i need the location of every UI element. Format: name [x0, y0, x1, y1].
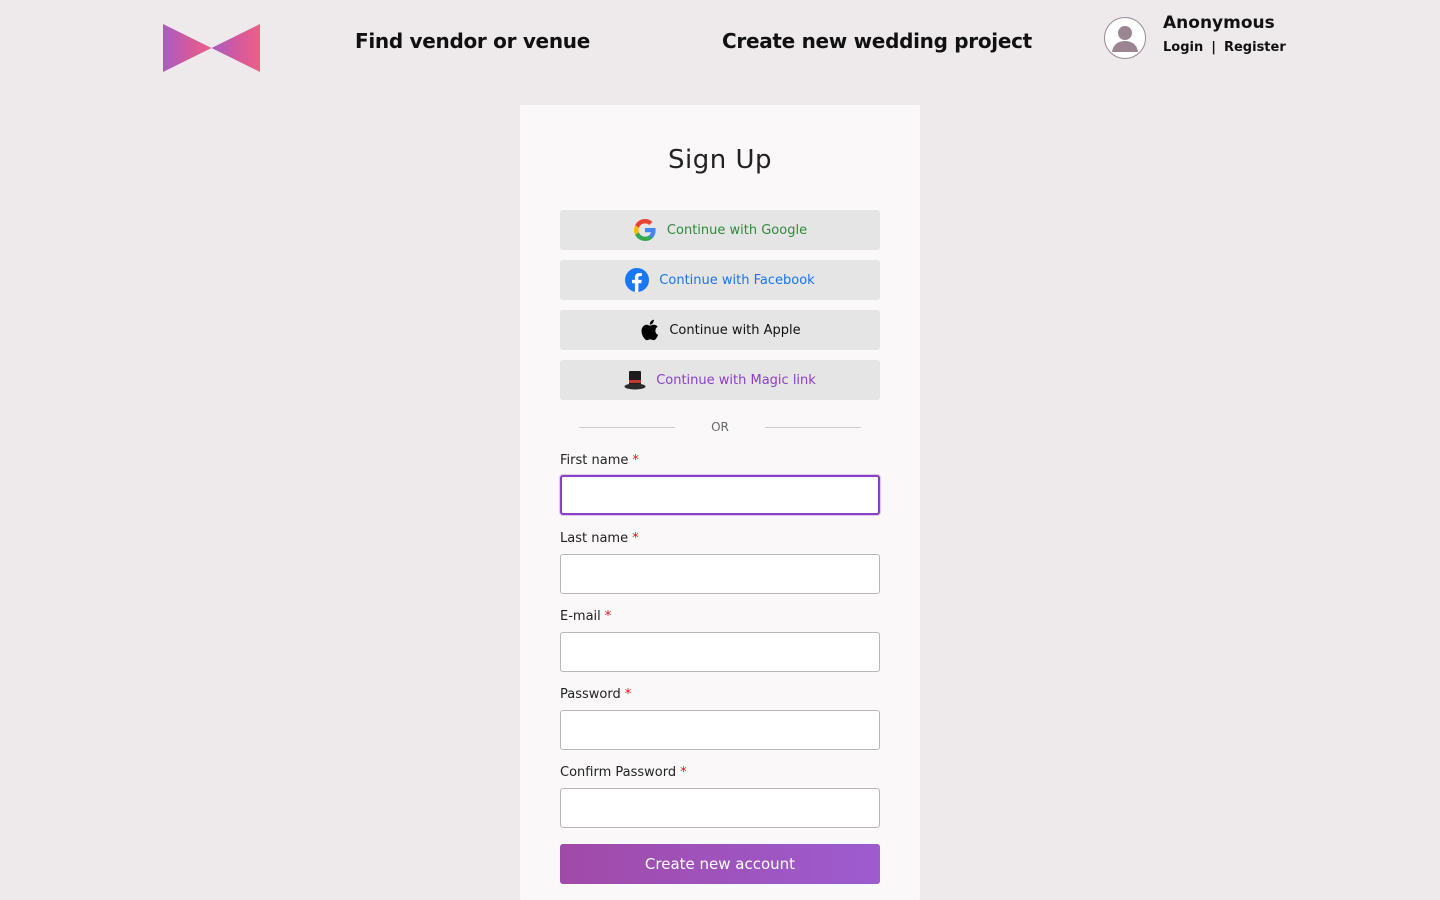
apple-icon [639, 319, 659, 341]
auth-separator: | [1211, 40, 1216, 55]
required-asterisk: * [680, 765, 687, 780]
first-name-input[interactable] [560, 475, 880, 515]
last-name-label: Last name * [560, 531, 639, 546]
password-input[interactable] [560, 710, 880, 750]
apple-signin-label: Continue with Apple [669, 322, 801, 338]
magic-link-label: Continue with Magic link [656, 372, 816, 388]
password-label: Password * [560, 687, 632, 702]
email-label: E-mail * [560, 609, 612, 624]
user-name: Anonymous [1163, 13, 1275, 33]
facebook-signin-label: Continue with Facebook [659, 272, 815, 288]
nav-find-vendor-link[interactable]: Find vendor or venue [355, 29, 590, 53]
google-signin-button[interactable]: Continue with Google [560, 210, 880, 250]
email-input[interactable] [560, 632, 880, 672]
divider-line-right [765, 427, 861, 428]
google-signin-label: Continue with Google [666, 222, 808, 238]
required-asterisk: * [604, 609, 612, 624]
facebook-icon [625, 268, 650, 292]
create-account-button[interactable]: Create new account [560, 844, 880, 884]
last-name-input[interactable] [560, 554, 880, 594]
or-divider: OR [560, 419, 880, 435]
login-link[interactable]: Login [1163, 40, 1203, 55]
confirm-password-label: Confirm Password * [560, 765, 687, 780]
magic-link-button[interactable]: Continue with Magic link [560, 360, 880, 400]
required-asterisk: * [632, 531, 639, 546]
signup-card: Sign Up Continue with Google Continue wi… [520, 105, 920, 900]
google-icon [633, 218, 657, 242]
user-avatar-icon[interactable] [1104, 17, 1146, 59]
required-asterisk: * [624, 687, 632, 702]
required-asterisk: * [632, 453, 639, 468]
site-header: Find vendor or venue Create new wedding … [0, 0, 1440, 90]
first-name-label: First name * [560, 453, 639, 468]
confirm-password-input[interactable] [560, 788, 880, 828]
page-title: Sign Up [667, 145, 772, 175]
apple-signin-button[interactable]: Continue with Apple [560, 310, 880, 350]
nav-create-project-link[interactable]: Create new wedding project [722, 29, 1032, 53]
bowtie-logo-icon[interactable] [163, 24, 260, 72]
auth-links: Login | Register [1163, 40, 1286, 55]
register-link[interactable]: Register [1224, 40, 1286, 55]
facebook-signin-button[interactable]: Continue with Facebook [560, 260, 880, 300]
top-hat-icon [624, 370, 646, 390]
